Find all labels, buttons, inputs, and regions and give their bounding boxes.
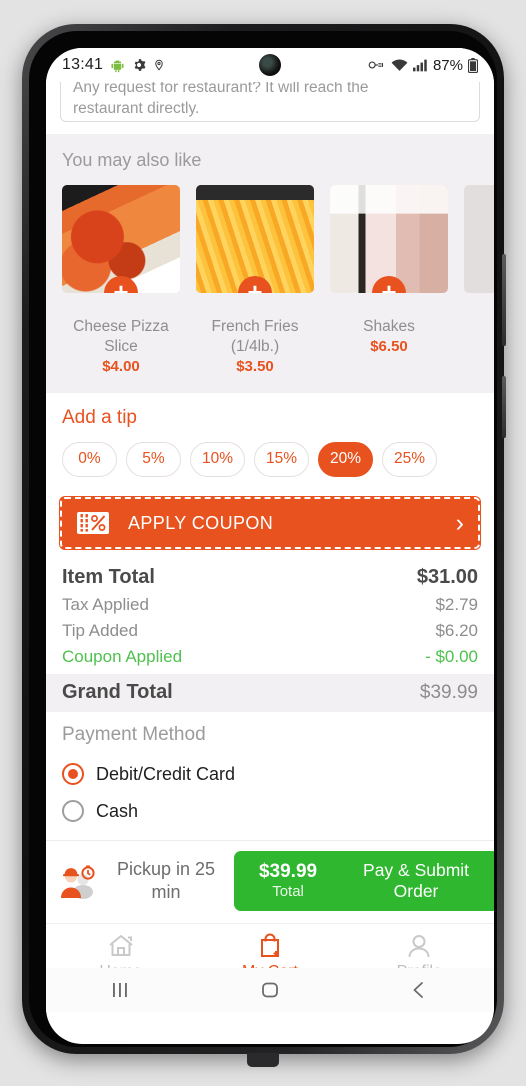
pickup-info: Pickup in 25 min <box>58 858 226 904</box>
wifi-icon <box>391 58 408 71</box>
pay-amount-label: Total <box>272 883 304 900</box>
android-navigation-bar[interactable] <box>46 968 494 1012</box>
nav-item-my-cart[interactable]: My Cart <box>195 932 344 968</box>
restaurant-note-line2: restaurant directly. <box>73 100 200 117</box>
signal-bars-icon <box>412 59 427 71</box>
suggestion-card[interactable]: + Shakes $6.50 <box>330 185 448 375</box>
nav-item-profile[interactable]: Profile <box>345 932 494 968</box>
restaurant-note-line1: Any request for restaurant? It will reac… <box>73 82 369 96</box>
total-row-coupon-applied: Coupon Applied - $0.00 <box>62 644 478 670</box>
suggestion-card[interactable]: + French Fries (1/4lb.) $3.50 <box>196 185 314 375</box>
row-label: Coupon Applied <box>62 647 183 666</box>
phone-bezel: 13:41 87% Any request for restaurant? It… <box>29 31 497 1047</box>
suggestions-title: You may also like <box>62 150 202 170</box>
tip-option-5[interactable]: 5% <box>126 442 181 477</box>
suggestion-price: $3.50 <box>236 358 274 375</box>
volume-button[interactable] <box>502 254 506 346</box>
gear-icon <box>134 59 146 71</box>
total-row-tax-applied: Tax Applied $2.79 <box>62 592 478 618</box>
home-icon <box>109 935 133 956</box>
front-camera-punch-hole <box>259 54 281 76</box>
suggestion-thumbnail[interactable]: + <box>62 185 180 293</box>
home-square-icon[interactable] <box>259 980 281 1000</box>
pickup-time-text: Pickup in 25 min <box>116 859 216 902</box>
restaurant-note-field[interactable]: Any request for restaurant? It will reac… <box>60 82 480 122</box>
chevron-right-icon: › <box>455 508 464 537</box>
tip-option-25[interactable]: 25% <box>382 442 437 477</box>
back-chevron-icon[interactable] <box>408 980 430 1000</box>
row-value: $39.99 <box>419 682 478 703</box>
person-icon <box>408 935 430 958</box>
nav-label-home: Home <box>99 963 142 968</box>
cart-bag-icon <box>260 933 279 957</box>
bottom-navigation[interactable]: Home My Cart <box>46 923 494 968</box>
payment-option-label: Debit/Credit Card <box>96 763 236 784</box>
radio-unselected-icon[interactable] <box>62 800 84 822</box>
pay-and-submit-order-button[interactable]: $39.99 Total Pay & Submit Order <box>234 851 494 911</box>
nav-label-profile: Profile <box>397 963 442 968</box>
tip-section: Add a tip 0% 5% 10% 15% 20% 25% <box>46 393 494 489</box>
tip-title: Add a tip <box>62 407 137 428</box>
glasses-icon <box>368 61 384 69</box>
battery-percent: 87% <box>432 56 463 74</box>
delivery-person-icon <box>61 865 95 899</box>
suggestion-price: $4.00 <box>102 358 140 375</box>
battery-icon <box>468 57 478 73</box>
row-value: $6.20 <box>435 621 478 640</box>
total-row-item-total: Item Total $31.00 <box>62 563 478 592</box>
tip-option-10[interactable]: 10% <box>190 442 245 477</box>
checkout-bar: Pickup in 25 min $39.99 Total Pay & Subm… <box>46 840 494 923</box>
recents-icon[interactable] <box>110 980 132 1000</box>
payment-method-title: Payment Method <box>62 724 206 745</box>
row-value: - $0.00 <box>425 647 478 666</box>
payment-option-cash[interactable]: Cash <box>62 793 478 830</box>
row-label: Tip Added <box>62 621 138 640</box>
payment-option-card[interactable]: Debit/Credit Card <box>62 756 478 793</box>
tip-option-20[interactable]: 20% <box>318 442 373 477</box>
suggestion-card[interactable]: + Cheese Pizza Slice $4.00 <box>62 185 180 375</box>
total-row-grand-total: Grand Total $39.99 <box>46 674 494 712</box>
row-label: Tax Applied <box>62 595 149 614</box>
power-button[interactable] <box>502 376 506 438</box>
pay-amount-block: $39.99 Total <box>259 861 317 901</box>
row-value: $2.79 <box>435 595 478 614</box>
row-value: $31.00 <box>416 566 478 588</box>
apply-coupon-label: APPLY COUPON <box>128 512 274 533</box>
suggestions-section: You may also like + Cheese Pizza Slice $… <box>46 134 494 393</box>
phone-screen: 13:41 87% Any request for restaurant? It… <box>46 48 494 1044</box>
tip-option-0[interactable]: 0% <box>62 442 117 477</box>
status-bar-right: 87% <box>368 57 478 74</box>
status-bar: 13:41 87% <box>46 48 494 82</box>
payment-option-label: Cash <box>96 800 139 821</box>
payment-method-section: Payment Method Debit/Credit Card Cash <box>46 712 494 830</box>
pay-amount: $39.99 <box>258 861 318 882</box>
coupon-ticket-icon <box>77 512 109 534</box>
tip-options[interactable]: 0% 5% 10% 15% 20% 25% <box>62 442 478 477</box>
suggestion-name: French Fries (1/4lb.) <box>211 318 299 355</box>
location-pin-icon <box>155 59 163 71</box>
android-icon <box>111 60 124 72</box>
total-row-tip-added: Tip Added $6.20 <box>62 618 478 644</box>
nav-label-my-cart: My Cart <box>242 963 298 968</box>
status-bar-left: 13:41 <box>62 56 165 74</box>
status-time: 13:41 <box>62 56 104 73</box>
suggestion-thumbnail[interactable]: + <box>196 185 314 293</box>
suggestion-thumbnail[interactable]: + <box>330 185 448 293</box>
row-label: Grand Total <box>62 681 173 703</box>
usb-port-nub <box>247 1053 279 1067</box>
suggestion-name: Shakes <box>363 318 415 335</box>
radio-selected-icon[interactable] <box>62 763 84 785</box>
suggestions-rail[interactable]: + Cheese Pizza Slice $4.00 + French Frie… <box>46 185 494 375</box>
order-totals: Item Total $31.00 Tax Applied $2.79 Tip … <box>46 559 494 712</box>
apply-coupon-banner[interactable]: APPLY COUPON › <box>60 497 480 549</box>
pay-cta-label: Pay & Submit Order <box>363 860 470 901</box>
suggestion-price: $6.50 <box>370 338 408 355</box>
nav-item-home[interactable]: Home <box>46 932 195 968</box>
row-label: Item Total <box>62 566 155 588</box>
suggestion-card-partial[interactable] <box>464 185 494 293</box>
phone-frame: 13:41 87% Any request for restaurant? It… <box>22 24 506 1054</box>
cart-scroll-area[interactable]: Any request for restaurant? It will reac… <box>46 82 494 968</box>
tip-option-15[interactable]: 15% <box>254 442 309 477</box>
suggestion-name: Cheese Pizza Slice <box>73 318 169 355</box>
